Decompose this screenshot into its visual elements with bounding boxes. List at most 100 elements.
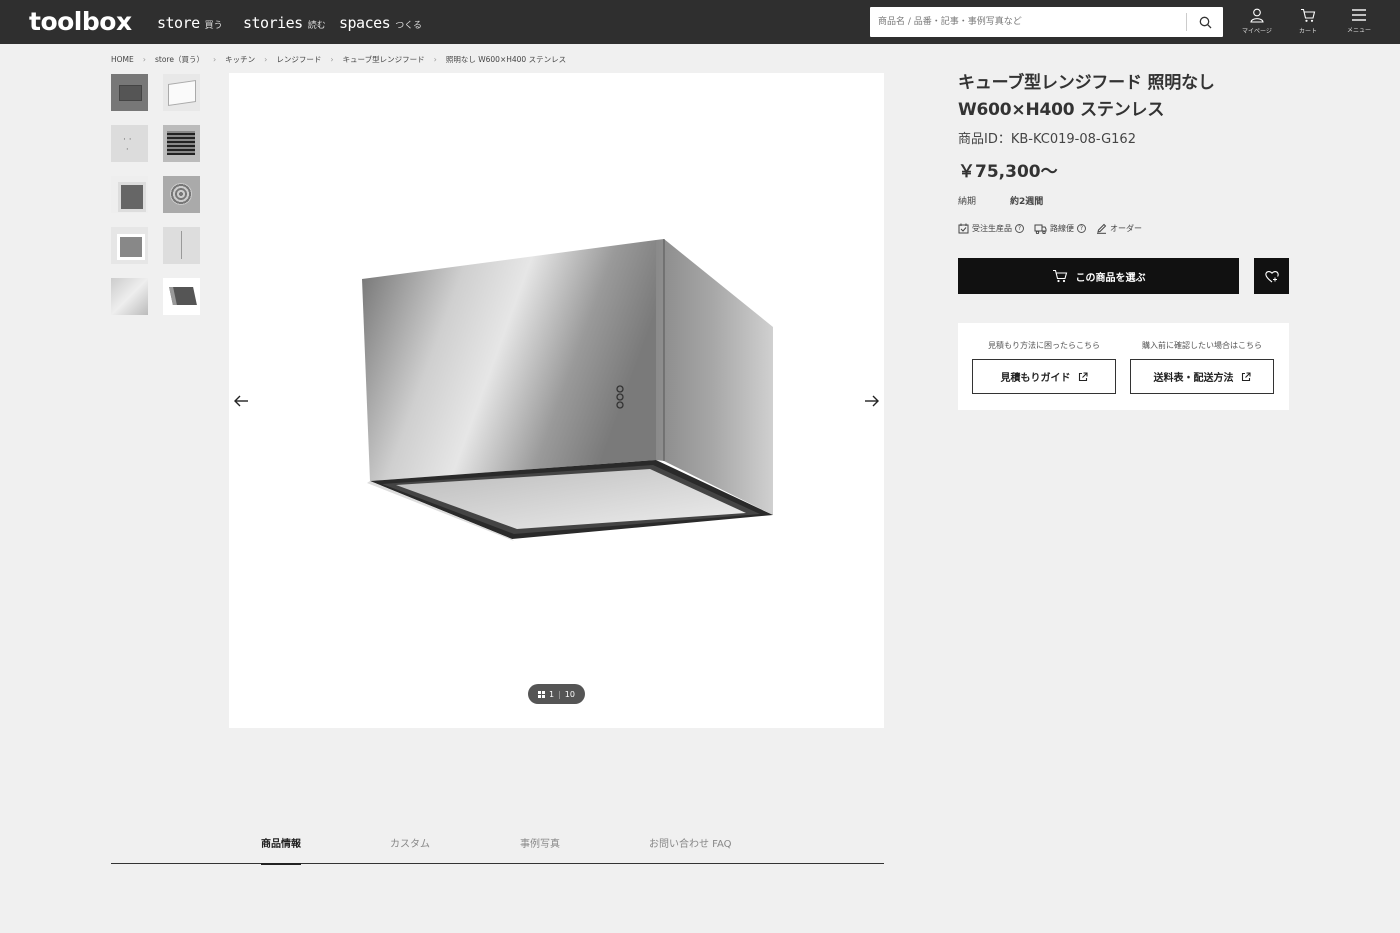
product-tags: 受注生産品 ? 路線便 ? オーダー: [958, 223, 1289, 234]
breadcrumb-rangehood[interactable]: レンジフード: [276, 54, 321, 65]
thumbnail-3[interactable]: [111, 125, 148, 162]
thumbnail-4[interactable]: [163, 125, 200, 162]
estimate-guide-label: 見積もりガイド: [1000, 373, 1071, 384]
mypage-label: マイページ: [1242, 28, 1272, 35]
chevron-right-icon: ›: [142, 55, 146, 64]
shipping-info-button[interactable]: 送料表・配送方法: [1130, 359, 1274, 394]
thumbnail-9[interactable]: [111, 278, 148, 315]
user-icon: [1250, 8, 1264, 23]
truck-icon: [1034, 224, 1047, 234]
product-tabs: 商品情報 カスタム 事例写真 お問い合わせ FAQ: [111, 828, 884, 865]
breadcrumb-cube-rangehood[interactable]: キューブ型レンジフード: [343, 54, 425, 65]
nav-stories[interactable]: stories 読む: [243, 14, 326, 32]
counter-current: 1: [549, 689, 555, 699]
delivery-value: 約2週間: [1010, 197, 1044, 207]
cart-label: カート: [1298, 28, 1317, 35]
chevron-right-icon: ›: [433, 55, 437, 64]
cart-icon: [1052, 269, 1067, 283]
search-box: [870, 7, 1223, 37]
tag-freight[interactable]: 路線便 ?: [1034, 223, 1086, 234]
next-image-button[interactable]: [860, 391, 884, 411]
thumbnail-8[interactable]: [163, 227, 200, 264]
favorite-button[interactable]: [1254, 258, 1289, 294]
thumbnail-7[interactable]: [111, 227, 148, 264]
shipping-info-label: 送料表・配送方法: [1153, 373, 1234, 384]
heart-plus-icon: [1264, 270, 1279, 282]
thumbnail-6[interactable]: [163, 176, 200, 213]
breadcrumb: HOME › store（買う） › キッチン › レンジフード › キューブ型…: [111, 54, 566, 65]
image-counter[interactable]: 1 | 10: [528, 684, 585, 704]
tab-custom[interactable]: カスタム: [390, 835, 430, 863]
prev-image-button[interactable]: [229, 391, 253, 411]
product-id: 商品ID：KB-KC019-08-G162: [958, 132, 1136, 147]
search-input[interactable]: [870, 7, 1186, 37]
order-calendar-icon: [958, 223, 969, 234]
product-info: キューブ型レンジフード 照明なし W600×H400 ステンレス 商品ID：KB…: [958, 70, 1289, 410]
nav-spaces-sub: つくる: [395, 21, 423, 31]
site-logo[interactable]: toolbox: [29, 7, 132, 36]
tag-made-to-order-label: 受注生産品: [972, 224, 1012, 233]
cart-button[interactable]: カート: [1288, 8, 1328, 35]
breadcrumb-home[interactable]: HOME: [111, 55, 134, 64]
product-title-line1: キューブ型レンジフード 照明なし: [958, 73, 1215, 93]
thumbnail-10[interactable]: [163, 278, 200, 315]
counter-total: 10: [564, 689, 575, 699]
estimate-guide-button[interactable]: 見積もりガイド: [972, 359, 1116, 394]
delivery-label: 納期: [958, 197, 977, 207]
nav-store-sub: 買う: [204, 21, 223, 31]
tag-order-label: オーダー: [1110, 224, 1142, 233]
breadcrumb-store[interactable]: store（買う）: [155, 54, 204, 65]
search-divider: [1186, 13, 1187, 31]
thumbnail-1[interactable]: [111, 74, 148, 111]
buy-row: この商品を選ぶ: [958, 258, 1289, 294]
help-box: 見積もり方法に困ったらこちら 見積もりガイド 購入前に確認したい場合はこちら 送…: [958, 323, 1289, 410]
help-icon[interactable]: ?: [1015, 224, 1024, 233]
main-product-image: 1 | 10: [229, 73, 884, 728]
nav-spaces-label: spaces: [339, 14, 391, 32]
chevron-right-icon: ›: [330, 55, 334, 64]
site-header: toolbox store 買う stories 読む spaces つくる マ…: [0, 0, 1400, 44]
tab-case-photos[interactable]: 事例写真: [520, 835, 560, 863]
product-title: キューブ型レンジフード 照明なし W600×H400 ステンレス: [958, 70, 1289, 124]
chevron-right-icon: ›: [212, 55, 217, 64]
select-product-label: この商品を選ぶ: [1075, 272, 1146, 284]
breadcrumb-kitchen[interactable]: キッチン: [225, 54, 255, 65]
nav-store[interactable]: store 買う: [157, 14, 223, 32]
select-product-button[interactable]: この商品を選ぶ: [958, 258, 1239, 294]
thumbnail-grid: [111, 74, 200, 315]
pen-icon: [1097, 223, 1107, 234]
help-icon[interactable]: ?: [1077, 224, 1086, 233]
counter-divider: |: [558, 689, 561, 699]
mypage-button[interactable]: マイページ: [1237, 8, 1277, 35]
search-button[interactable]: [1188, 7, 1223, 37]
arrow-right-icon: [865, 395, 879, 407]
thumbnail-5[interactable]: [111, 176, 148, 213]
external-link-icon: [1241, 371, 1251, 381]
estimate-note: 見積もり方法に困ったらこちら: [988, 341, 1100, 350]
tag-order[interactable]: オーダー: [1096, 223, 1142, 234]
arrow-left-icon: [234, 395, 248, 407]
product-price: ￥75,300〜: [958, 162, 1058, 182]
shipping-note: 購入前に確認したい場合はこちら: [1142, 341, 1262, 350]
nav-spaces[interactable]: spaces つくる: [339, 14, 422, 32]
thumbnail-2[interactable]: [163, 74, 200, 111]
range-hood-image: [362, 239, 773, 541]
tab-product-info[interactable]: 商品情報: [261, 835, 301, 865]
grid-icon: [538, 690, 545, 698]
shipping-help: 購入前に確認したい場合はこちら 送料表・配送方法: [1130, 340, 1274, 394]
menu-icon: [1352, 9, 1366, 21]
breadcrumb-current: 照明なし W600×H400 ステンレス: [445, 55, 567, 64]
product-title-line2: W600×H400 ステンレス: [958, 100, 1165, 120]
tag-freight-label: 路線便: [1050, 224, 1074, 233]
delivery-info: 納期 約2週間: [958, 194, 1289, 207]
search-icon: [1199, 16, 1212, 28]
cart-icon: [1301, 8, 1316, 22]
menu-button[interactable]: メニュー: [1339, 8, 1379, 34]
tag-made-to-order[interactable]: 受注生産品 ?: [958, 223, 1024, 234]
chevron-right-icon: ›: [264, 55, 268, 64]
estimate-help: 見積もり方法に困ったらこちら 見積もりガイド: [972, 340, 1116, 394]
nav-stories-label: stories: [243, 14, 303, 32]
nav-stories-sub: 読む: [307, 21, 326, 31]
tab-faq[interactable]: お問い合わせ FAQ: [649, 835, 732, 863]
external-link-icon: [1078, 371, 1088, 381]
